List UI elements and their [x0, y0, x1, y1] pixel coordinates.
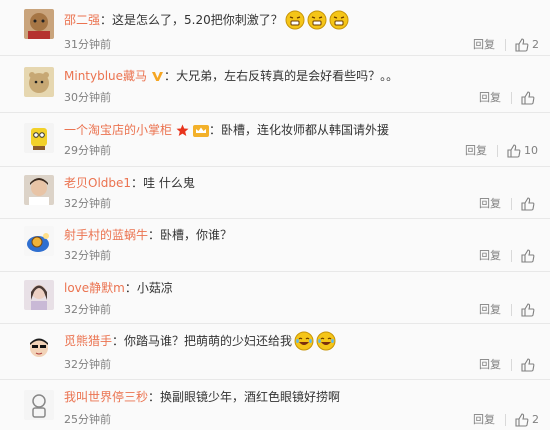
avatar[interactable] — [24, 226, 54, 256]
angry-emoji-icon — [307, 10, 327, 30]
reply-button[interactable]: 回复 — [479, 196, 501, 212]
laugh-cry-emoji-icon — [294, 331, 314, 351]
thumbs-up-icon — [515, 413, 529, 427]
comment-item: 射手村的蓝蜗牛：卧槽，你谁？ 32分钟前 回复 — [0, 219, 550, 272]
comment-item: 一个淘宝店的小掌柜 ：卧槽，连化妆师都从韩国请外援 29分钟前 回复 10 — [0, 113, 550, 167]
angry-emoji-icon — [329, 10, 349, 30]
comment-text: 卧槽，连化妆师都从韩国请外援 — [221, 123, 390, 137]
reply-button[interactable]: 回复 — [479, 302, 501, 318]
comment-text: 换副眼镜少年，酒红色眼镜好捞啊 — [160, 390, 341, 404]
crown-badge-icon — [193, 124, 210, 137]
reply-button[interactable]: 回复 — [479, 248, 501, 264]
comment-item: 觅熊猎手：你踏马谁？把萌萌的少妇还给我 32分钟前 回复 — [0, 324, 550, 380]
thumbs-up-icon — [507, 144, 521, 158]
divider — [511, 250, 512, 262]
comment-time: 32分钟前 — [64, 358, 111, 371]
comment-time: 32分钟前 — [64, 303, 111, 316]
separator: ： — [112, 334, 125, 348]
comment-text: 小菇凉 — [136, 281, 173, 295]
laugh-cry-emoji-icon — [316, 331, 336, 351]
comment-time: 32分钟前 — [64, 249, 111, 262]
avatar[interactable] — [24, 123, 54, 153]
thumbs-up-icon — [521, 303, 535, 317]
like-button[interactable] — [521, 357, 538, 373]
username-link[interactable]: 老贝Oldbe1 — [64, 174, 131, 192]
username-link[interactable]: 觅熊猎手 — [64, 332, 112, 350]
comment-item: 邵二强：这是怎么了，5.20把你刺激了？ 31分钟前 回复 2 — [0, 0, 550, 56]
separator: ： — [148, 228, 161, 242]
thumbs-up-icon — [521, 358, 535, 372]
comment-text: 哇 什么鬼 — [143, 176, 195, 190]
divider — [511, 359, 512, 371]
comment-item: Mintyblue藏马 ：大兄弟，左右反转真的是会好看些吗？。。 30分钟前 回… — [0, 56, 550, 113]
thumbs-up-icon — [521, 249, 535, 263]
like-button[interactable] — [521, 90, 538, 106]
comment-time: 32分钟前 — [64, 197, 111, 210]
divider — [511, 198, 512, 210]
like-button[interactable] — [521, 248, 538, 264]
thumbs-up-icon — [521, 91, 535, 105]
comment-text: 这是怎么了，5.20把你刺激了？ — [112, 13, 283, 27]
like-count: 2 — [532, 413, 539, 426]
avatar[interactable] — [24, 334, 54, 364]
like-button[interactable] — [521, 302, 538, 318]
separator: ： — [209, 123, 222, 137]
like-button[interactable]: 10 — [507, 143, 538, 159]
username-link[interactable]: love静默m — [64, 279, 125, 297]
thumbs-up-icon — [515, 38, 529, 52]
comment-text: 卧槽，你谁？ — [160, 228, 233, 242]
username-link[interactable]: 射手村的蓝蜗牛 — [64, 226, 148, 244]
username-link[interactable]: 邵二强 — [64, 11, 100, 29]
like-button[interactable] — [521, 196, 538, 212]
verified-v-icon — [152, 71, 164, 81]
comment-text: 你踏马谁？把萌萌的少妇还给我 — [124, 334, 293, 348]
divider — [497, 145, 498, 157]
separator: ： — [124, 281, 137, 295]
reply-button[interactable]: 回复 — [465, 143, 487, 159]
avatar[interactable] — [24, 280, 54, 310]
comment-time: 30分钟前 — [64, 91, 111, 104]
username-link[interactable]: 一个淘宝店的小掌柜 — [64, 121, 172, 139]
comment-time: 25分钟前 — [64, 413, 111, 426]
like-button[interactable]: 2 — [515, 412, 539, 428]
reply-button[interactable]: 回复 — [479, 357, 501, 373]
separator: ： — [131, 176, 144, 190]
avatar[interactable] — [24, 175, 54, 205]
like-count: 2 — [532, 38, 539, 51]
like-count: 10 — [524, 144, 538, 157]
divider — [505, 414, 506, 426]
thumbs-up-icon — [521, 197, 535, 211]
separator: ： — [148, 390, 161, 404]
comment-item: love静默m：小菇凉 32分钟前 回复 — [0, 272, 550, 324]
separator: ： — [100, 13, 113, 27]
comment-item: 老贝Oldbe1：哇 什么鬼 32分钟前 回复 — [0, 167, 550, 219]
divider — [511, 304, 512, 316]
reply-button[interactable]: 回复 — [479, 90, 501, 106]
divider — [505, 39, 506, 51]
username-link[interactable]: 我叫世界停三秒 — [64, 388, 148, 406]
username-link[interactable]: Mintyblue藏马 — [64, 67, 147, 85]
divider — [511, 92, 512, 104]
avatar[interactable] — [24, 9, 54, 39]
avatar[interactable] — [24, 390, 54, 420]
angry-emoji-icon — [285, 10, 305, 30]
comment-text: 大兄弟，左右反转真的是会好看些吗？。。 — [176, 69, 399, 83]
like-button[interactable]: 2 — [515, 37, 539, 53]
star-icon — [176, 124, 189, 136]
comment-time: 31分钟前 — [64, 38, 111, 51]
avatar[interactable] — [24, 67, 54, 97]
comment-list: 邵二强：这是怎么了，5.20把你刺激了？ 31分钟前 回复 2 Mintyblu… — [0, 0, 550, 430]
separator: ： — [164, 69, 177, 83]
reply-button[interactable]: 回复 — [473, 412, 495, 428]
comment-item: 我叫世界停三秒：换副眼镜少年，酒红色眼镜好捞啊 25分钟前 回复 2 — [0, 380, 550, 430]
comment-time: 29分钟前 — [64, 144, 111, 157]
reply-button[interactable]: 回复 — [473, 37, 495, 53]
